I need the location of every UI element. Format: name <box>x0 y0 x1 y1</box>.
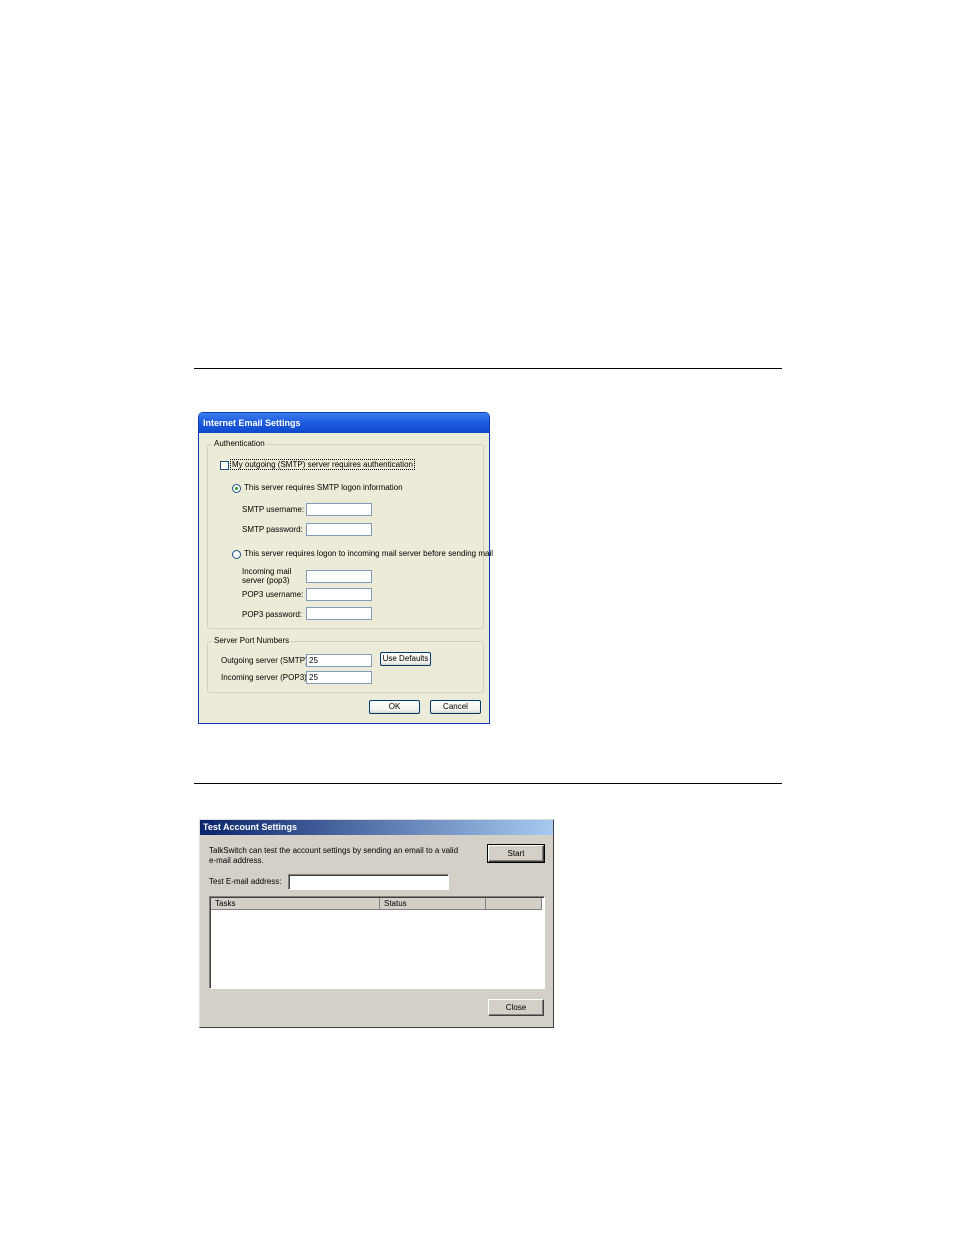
pop3-password-label: POP3 password: <box>242 610 303 619</box>
dialog-title: Internet Email Settings <box>199 413 489 433</box>
smtp-logon-radio[interactable] <box>232 484 241 493</box>
dialog-title: Test Account Settings <box>200 820 553 835</box>
incoming-port-input[interactable] <box>306 671 372 684</box>
pop3-username-label: POP3 username: <box>242 590 304 599</box>
ok-button[interactable]: OK <box>369 700 420 714</box>
pop3-password-input[interactable] <box>306 607 372 620</box>
pop3-username-input[interactable] <box>306 588 372 601</box>
smtp-password-input[interactable] <box>306 523 372 536</box>
requires-auth-checkbox[interactable] <box>220 461 229 470</box>
description-line2: e-mail address. <box>209 856 264 865</box>
column-header-status[interactable]: Status <box>380 898 486 910</box>
internet-email-settings-dialog: Internet Email Settings Authentication M… <box>198 412 493 724</box>
test-email-label: Test E-mail address: <box>209 877 282 886</box>
description-line1: TalkSwitch can test the account settings… <box>209 846 459 855</box>
requires-auth-label[interactable]: My outgoing (SMTP) server requires authe… <box>230 459 415 470</box>
radio-selected-dot <box>235 487 238 490</box>
incoming-port-label: Incoming server (POP3): <box>221 673 310 682</box>
bottom-divider <box>194 783 782 784</box>
outgoing-port-input[interactable] <box>306 654 372 667</box>
test-account-settings-dialog: Test Account Settings TalkSwitch can tes… <box>199 819 554 1028</box>
server-port-legend: Server Port Numbers <box>212 636 292 645</box>
authentication-legend: Authentication <box>212 439 267 448</box>
pop-logon-option-label[interactable]: This server requires logon to incoming m… <box>244 549 493 558</box>
incoming-server-input[interactable] <box>306 570 372 583</box>
outgoing-port-label: Outgoing server (SMTP): <box>221 656 310 665</box>
server-port-group: Server Port Numbers Outgoing server (SMT… <box>207 636 484 693</box>
pop-logon-radio[interactable] <box>232 550 241 559</box>
use-defaults-button[interactable]: Use Defaults <box>380 652 431 666</box>
start-button[interactable]: Start <box>487 844 545 863</box>
cancel-button[interactable]: Cancel <box>430 700 481 714</box>
close-button[interactable]: Close <box>488 999 544 1016</box>
dialog-body: Authentication My outgoing (SMTP) server… <box>202 433 493 720</box>
incoming-server-label-line1: Incoming mail <box>242 567 292 576</box>
smtp-logon-option-label[interactable]: This server requires SMTP logon informat… <box>244 483 403 492</box>
top-divider <box>194 368 782 369</box>
incoming-server-label-line2: server (pop3) <box>242 576 290 585</box>
tasks-list[interactable]: Tasks Status <box>209 896 545 989</box>
test-email-input[interactable] <box>288 874 449 890</box>
smtp-password-label: SMTP password: <box>242 525 303 534</box>
column-header-blank[interactable] <box>486 898 542 910</box>
column-header-tasks[interactable]: Tasks <box>211 898 380 910</box>
smtp-username-label: SMTP username: <box>242 505 305 514</box>
authentication-group: Authentication My outgoing (SMTP) server… <box>207 439 493 629</box>
smtp-username-input[interactable] <box>306 503 372 516</box>
